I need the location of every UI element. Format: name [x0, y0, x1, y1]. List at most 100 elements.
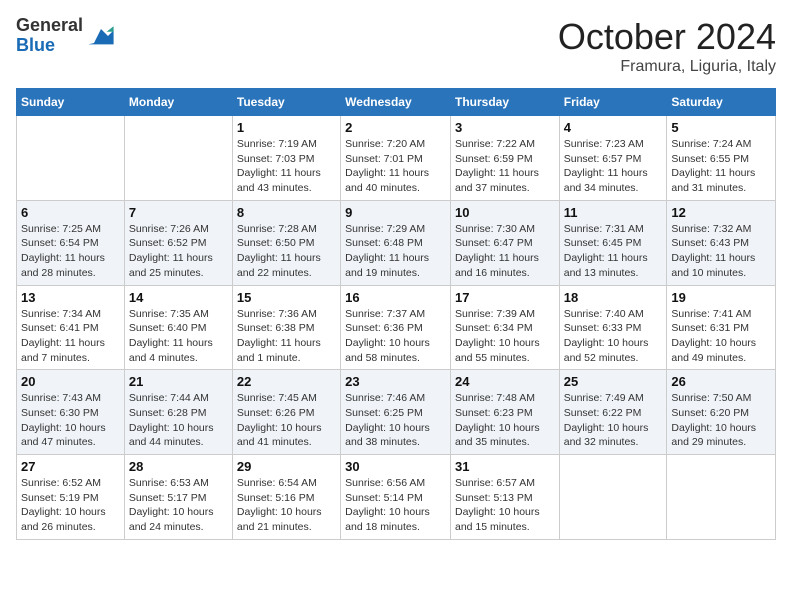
day-info: Sunrise: 6:53 AM Sunset: 5:17 PM Dayligh… [129, 476, 228, 535]
day-cell: 10 Sunrise: 7:30 AM Sunset: 6:47 PM Dayli… [450, 200, 559, 285]
location: Framura, Liguria, Italy [558, 58, 776, 76]
day-cell: 28 Sunrise: 6:53 AM Sunset: 5:17 PM Dayli… [124, 455, 232, 540]
day-cell: 2 Sunrise: 7:20 AM Sunset: 7:01 PM Daylig… [341, 116, 451, 201]
day-cell: 5 Sunrise: 7:24 AM Sunset: 6:55 PM Daylig… [667, 116, 776, 201]
day-cell: 9 Sunrise: 7:29 AM Sunset: 6:48 PM Daylig… [341, 200, 451, 285]
day-info: Sunrise: 7:35 AM Sunset: 6:40 PM Dayligh… [129, 307, 228, 366]
day-number: 4 [564, 120, 663, 135]
day-info: Sunrise: 7:39 AM Sunset: 6:34 PM Dayligh… [455, 307, 555, 366]
day-number: 31 [455, 459, 555, 474]
day-info: Sunrise: 7:32 AM Sunset: 6:43 PM Dayligh… [671, 222, 771, 281]
col-header-monday: Monday [124, 89, 232, 116]
col-header-wednesday: Wednesday [341, 89, 451, 116]
day-number: 1 [237, 120, 336, 135]
day-info: Sunrise: 6:57 AM Sunset: 5:13 PM Dayligh… [455, 476, 555, 535]
day-number: 15 [237, 290, 336, 305]
col-header-saturday: Saturday [667, 89, 776, 116]
week-row-1: 1 Sunrise: 7:19 AM Sunset: 7:03 PM Daylig… [17, 116, 776, 201]
day-number: 29 [237, 459, 336, 474]
week-row-4: 20 Sunrise: 7:43 AM Sunset: 6:30 PM Dayli… [17, 370, 776, 455]
day-info: Sunrise: 6:54 AM Sunset: 5:16 PM Dayligh… [237, 476, 336, 535]
day-number: 18 [564, 290, 663, 305]
day-cell: 26Sunrise: 7:50 AM Sunset: 6:20 PM Dayli… [667, 370, 776, 455]
day-info: Sunrise: 7:31 AM Sunset: 6:45 PM Dayligh… [564, 222, 663, 281]
day-cell: 17Sunrise: 7:39 AM Sunset: 6:34 PM Dayli… [450, 285, 559, 370]
day-number: 9 [345, 205, 446, 220]
day-info: Sunrise: 6:52 AM Sunset: 5:19 PM Dayligh… [21, 476, 120, 535]
day-info: Sunrise: 7:26 AM Sunset: 6:52 PM Dayligh… [129, 222, 228, 281]
day-info: Sunrise: 7:37 AM Sunset: 6:36 PM Dayligh… [345, 307, 446, 366]
week-row-2: 6Sunrise: 7:25 AM Sunset: 6:54 PM Daylig… [17, 200, 776, 285]
day-cell: 27 Sunrise: 6:52 AM Sunset: 5:19 PM Dayli… [17, 455, 125, 540]
day-info: Sunrise: 7:30 AM Sunset: 6:47 PM Dayligh… [455, 222, 555, 281]
day-number: 7 [129, 205, 228, 220]
day-cell: 7 Sunrise: 7:26 AM Sunset: 6:52 PM Daylig… [124, 200, 232, 285]
day-cell: 30Sunrise: 6:56 AM Sunset: 5:14 PM Dayli… [341, 455, 451, 540]
day-cell [17, 116, 125, 201]
day-cell: 25 Sunrise: 7:49 AM Sunset: 6:22 PM Dayli… [559, 370, 667, 455]
day-info: Sunrise: 7:44 AM Sunset: 6:28 PM Dayligh… [129, 391, 228, 450]
week-row-5: 27 Sunrise: 6:52 AM Sunset: 5:19 PM Dayli… [17, 455, 776, 540]
day-number: 24 [455, 374, 555, 389]
day-cell: 18 Sunrise: 7:40 AM Sunset: 6:33 PM Dayli… [559, 285, 667, 370]
day-number: 10 [455, 205, 555, 220]
day-number: 27 [21, 459, 120, 474]
logo-general: General [16, 16, 83, 36]
day-info: Sunrise: 7:22 AM Sunset: 6:59 PM Dayligh… [455, 137, 555, 196]
day-info: Sunrise: 7:41 AM Sunset: 6:31 PM Dayligh… [671, 307, 771, 366]
day-info: Sunrise: 7:43 AM Sunset: 6:30 PM Dayligh… [21, 391, 120, 450]
day-cell: 31 Sunrise: 6:57 AM Sunset: 5:13 PM Dayli… [450, 455, 559, 540]
day-info: Sunrise: 7:49 AM Sunset: 6:22 PM Dayligh… [564, 391, 663, 450]
day-number: 30 [345, 459, 446, 474]
day-cell: 14 Sunrise: 7:35 AM Sunset: 6:40 PM Dayli… [124, 285, 232, 370]
day-cell: 15Sunrise: 7:36 AM Sunset: 6:38 PM Dayli… [232, 285, 340, 370]
day-number: 3 [455, 120, 555, 135]
day-number: 20 [21, 374, 120, 389]
day-cell: 29 Sunrise: 6:54 AM Sunset: 5:16 PM Dayli… [232, 455, 340, 540]
day-info: Sunrise: 7:34 AM Sunset: 6:41 PM Dayligh… [21, 307, 120, 366]
day-number: 26 [671, 374, 771, 389]
day-cell: 8 Sunrise: 7:28 AM Sunset: 6:50 PM Daylig… [232, 200, 340, 285]
day-number: 12 [671, 205, 771, 220]
day-cell: 3 Sunrise: 7:22 AM Sunset: 6:59 PM Daylig… [450, 116, 559, 201]
day-info: Sunrise: 7:46 AM Sunset: 6:25 PM Dayligh… [345, 391, 446, 450]
title-block: October 2024 Framura, Liguria, Italy [558, 16, 776, 76]
day-number: 14 [129, 290, 228, 305]
calendar-header: SundayMondayTuesdayWednesdayThursdayFrid… [17, 89, 776, 116]
day-cell: 1 Sunrise: 7:19 AM Sunset: 7:03 PM Daylig… [232, 116, 340, 201]
logo: General Blue [16, 16, 115, 56]
day-info: Sunrise: 7:19 AM Sunset: 7:03 PM Dayligh… [237, 137, 336, 196]
month-title: October 2024 [558, 16, 776, 58]
day-number: 6 [21, 205, 120, 220]
day-number: 5 [671, 120, 771, 135]
day-number: 8 [237, 205, 336, 220]
day-cell: 23Sunrise: 7:46 AM Sunset: 6:25 PM Dayli… [341, 370, 451, 455]
day-number: 16 [345, 290, 446, 305]
day-number: 28 [129, 459, 228, 474]
day-cell: 13Sunrise: 7:34 AM Sunset: 6:41 PM Dayli… [17, 285, 125, 370]
col-header-friday: Friday [559, 89, 667, 116]
day-number: 22 [237, 374, 336, 389]
logo-blue: Blue [16, 36, 83, 56]
col-header-thursday: Thursday [450, 89, 559, 116]
day-info: Sunrise: 7:28 AM Sunset: 6:50 PM Dayligh… [237, 222, 336, 281]
day-number: 2 [345, 120, 446, 135]
day-cell [124, 116, 232, 201]
day-cell: 21 Sunrise: 7:44 AM Sunset: 6:28 PM Dayli… [124, 370, 232, 455]
day-info: Sunrise: 7:23 AM Sunset: 6:57 PM Dayligh… [564, 137, 663, 196]
day-info: Sunrise: 7:45 AM Sunset: 6:26 PM Dayligh… [237, 391, 336, 450]
calendar-table: SundayMondayTuesdayWednesdayThursdayFrid… [16, 88, 776, 540]
col-header-sunday: Sunday [17, 89, 125, 116]
day-number: 11 [564, 205, 663, 220]
day-info: Sunrise: 7:24 AM Sunset: 6:55 PM Dayligh… [671, 137, 771, 196]
day-cell: 6Sunrise: 7:25 AM Sunset: 6:54 PM Daylig… [17, 200, 125, 285]
day-number: 21 [129, 374, 228, 389]
day-cell: 20 Sunrise: 7:43 AM Sunset: 6:30 PM Dayli… [17, 370, 125, 455]
day-cell: 22 Sunrise: 7:45 AM Sunset: 6:26 PM Dayli… [232, 370, 340, 455]
day-info: Sunrise: 7:20 AM Sunset: 7:01 PM Dayligh… [345, 137, 446, 196]
day-number: 25 [564, 374, 663, 389]
col-header-tuesday: Tuesday [232, 89, 340, 116]
day-info: Sunrise: 7:40 AM Sunset: 6:33 PM Dayligh… [564, 307, 663, 366]
week-row-3: 13Sunrise: 7:34 AM Sunset: 6:41 PM Dayli… [17, 285, 776, 370]
day-info: Sunrise: 7:29 AM Sunset: 6:48 PM Dayligh… [345, 222, 446, 281]
